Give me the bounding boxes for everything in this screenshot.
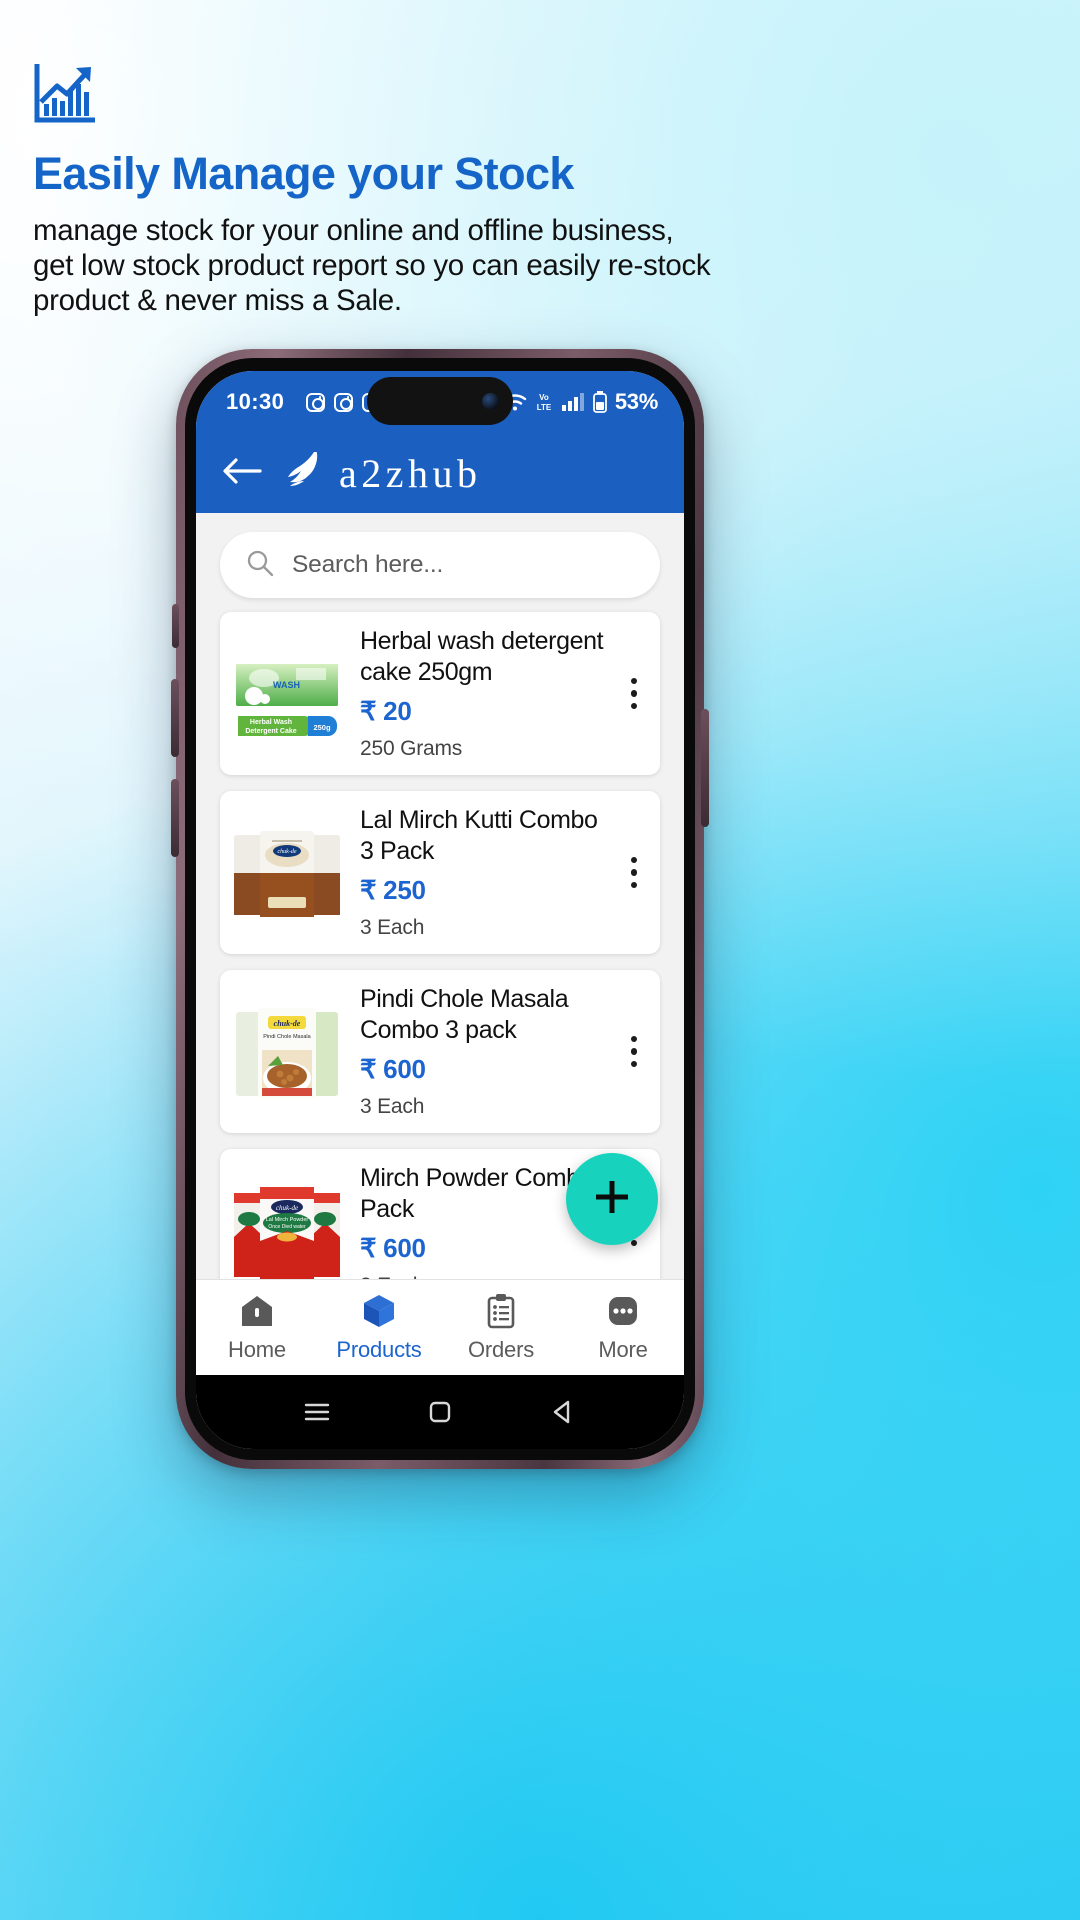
kebab-menu-icon[interactable] [616,856,646,889]
system-navigation-bar [196,1375,684,1449]
product-info: Pindi Chole Masala Combo 3 pack ₹ 600 3 … [346,984,616,1119]
herbal-wash-detergent-cake-image: WASH Herbal Wash Detergent Cake 250g [228,641,346,746]
instagram-icon [334,392,354,412]
product-name: Pindi Chole Masala Combo 3 pack [360,985,569,1044]
power-button[interactable] [701,709,709,827]
bottom-navigation: Home Products Orders More [196,1279,684,1375]
promo-header: Easily Manage your Stock manage stock fo… [33,62,853,318]
product-unit: 3 Each [360,916,425,939]
lal-mirch-kutti-packets-image: chuk-de [228,820,346,925]
svg-text:chuk-de: chuk-de [274,1019,301,1028]
pindi-chole-masala-packets-image: chuk-de Pindi Chole Masala [228,999,346,1104]
menu-icon[interactable] [302,1397,332,1427]
search-icon [246,549,274,582]
nav-item-more[interactable]: More [562,1292,684,1363]
product-price: ₹ 20 [360,696,412,726]
search-section: Search here... [196,513,684,612]
plus-icon [590,1175,634,1224]
nav-label: Orders [467,1337,535,1362]
product-info: Herbal wash detergent cake 250gm ₹ 20 25… [346,626,616,761]
mirch-powder-packets-image: chuk-de Lal Mirch Powder Once Died water [228,1178,346,1279]
nav-item-orders[interactable]: Orders [440,1292,562,1363]
product-name: Herbal wash detergent cake 250gm [360,627,604,686]
product-name: Lal Mirch Kutti Combo 3 Pack [360,806,598,865]
add-product-fab[interactable] [566,1153,658,1245]
back-arrow-icon[interactable] [222,456,262,491]
svg-text:Pindi Chole Masala: Pindi Chole Masala [263,1034,311,1040]
a2zhub-bird-logo [284,450,330,497]
front-camera-icon [482,392,499,410]
mute-switch[interactable] [172,604,179,648]
svg-text:Lal Mirch Powder: Lal Mirch Powder [266,1217,309,1223]
promo-subtitle: manage stock for your online and offline… [33,214,711,317]
app-content: Search here... WASH Herbal Wash Detergen… [196,513,684,1279]
svg-text:Vo: Vo [539,393,549,402]
svg-text:chuk-de: chuk-de [276,1204,298,1212]
camera-notch [367,377,513,425]
search-bar[interactable]: Search here... [220,532,660,598]
status-bar: 10:30 Vo LTE 53% [196,371,684,433]
battery-percentage: 53% [614,389,658,414]
more-dots-icon [604,1292,642,1330]
search-input[interactable]: Search here... [292,551,443,579]
nav-item-products[interactable]: Products [318,1292,440,1363]
box-cube-icon [360,1292,398,1330]
home-icon [238,1292,276,1330]
product-info: Lal Mirch Kutti Combo 3 Pack ₹ 250 3 Eac… [346,805,616,940]
svg-text:Herbal Wash: Herbal Wash [250,719,292,726]
instagram-icon [306,392,326,412]
nav-item-home[interactable]: Home [196,1292,318,1363]
home-square-icon[interactable] [425,1397,455,1427]
volte-icon: Vo LTE [535,391,553,413]
product-card[interactable]: chuk-de Pindi Chole Masala Pindi Chole M… [220,970,660,1133]
product-unit: 3 Each [360,1274,616,1279]
kebab-menu-icon[interactable] [616,1035,646,1068]
svg-text:chuk-de: chuk-de [278,849,297,855]
battery-icon [592,391,607,413]
svg-text:250g: 250g [313,723,331,732]
kebab-menu-icon[interactable] [616,677,646,710]
svg-text:WASH: WASH [273,680,300,690]
svg-text:Detergent Cake: Detergent Cake [245,728,296,735]
phone-screen: 10:30 Vo LTE 53% a2zhub Search here... W… [196,371,684,1449]
product-unit: 250 Grams [360,737,463,760]
app-bar: a2zhub [196,433,684,513]
status-time: 10:30 [226,389,285,414]
brand-logo: a2zhub [284,450,482,497]
phone-mockup: 10:30 Vo LTE 53% a2zhub Search here... W… [171,349,709,1469]
volume-up-button[interactable] [171,679,179,757]
nav-label: More [598,1337,648,1362]
page-title: Easily Manage your Stock [33,148,574,199]
phone-bezel: 10:30 Vo LTE 53% a2zhub Search here... W… [185,358,695,1460]
volume-down-button[interactable] [171,779,179,857]
product-price: ₹ 600 [360,1054,426,1084]
svg-text:LTE: LTE [537,403,552,412]
nav-label: Products [336,1337,422,1362]
product-card[interactable]: chuk-de Lal Mirch Kutti Combo 3 Pack ₹ 2… [220,791,660,954]
signal-icon [561,392,585,412]
product-price: ₹ 600 [360,1233,426,1263]
product-unit: 3 Each [360,1095,425,1118]
nav-label: Home [228,1337,286,1362]
clipboard-list-icon [482,1292,520,1330]
product-price: ₹ 250 [360,875,426,905]
product-card[interactable]: WASH Herbal Wash Detergent Cake 250g Her… [220,612,660,775]
svg-text:Once Died water: Once Died water [268,1224,306,1230]
back-triangle-icon[interactable] [548,1397,578,1427]
brand-name: a2zhub [339,450,482,496]
growth-chart-icon [33,62,853,124]
